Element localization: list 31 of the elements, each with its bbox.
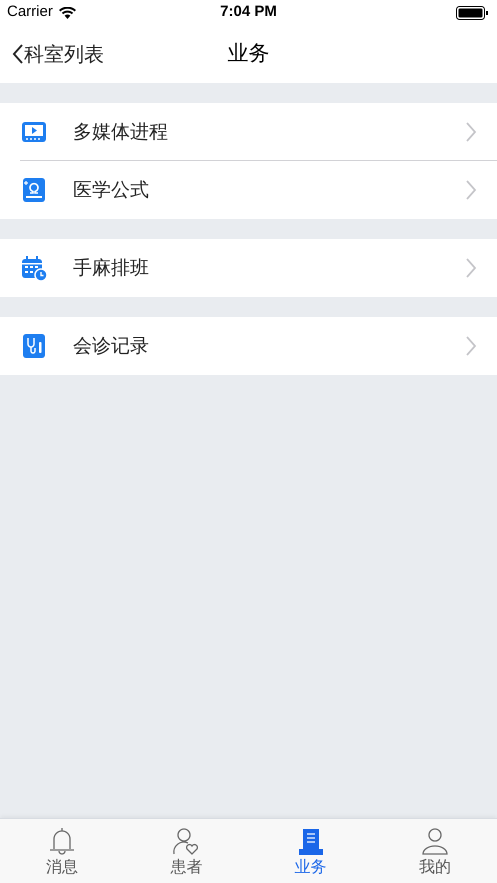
chevron-right-icon: [465, 335, 477, 357]
row-label: 多媒体进程: [73, 120, 168, 145]
tab-item[interactable]: 业务: [248, 819, 373, 883]
row-label: 医学公式: [73, 178, 149, 203]
wifi-icon: [58, 6, 76, 18]
tab-item[interactable]: 我的: [372, 819, 497, 883]
back-button[interactable]: 科室列表: [0, 39, 104, 69]
chevron-right-icon: [465, 179, 477, 201]
chevron-right-icon: [465, 257, 477, 279]
row-label: 手麻排班: [73, 256, 149, 281]
person-heart-icon: [172, 827, 200, 856]
clock-time: 7:04 PM: [220, 2, 277, 22]
calendar-clock-icon: [21, 255, 47, 281]
row-label: 会诊记录: [73, 334, 149, 359]
list-row[interactable]: 多媒体进程: [0, 103, 497, 161]
list-row[interactable]: 会诊记录: [0, 317, 497, 375]
tab-item[interactable]: 患者: [124, 819, 248, 883]
document-icon: [296, 827, 325, 856]
stethoscope-icon: [21, 333, 47, 359]
chevron-right-icon: [465, 121, 477, 143]
omega-book-icon: [21, 177, 47, 203]
list-row[interactable]: 医学公式: [0, 161, 497, 219]
chevron-left-icon: [12, 43, 24, 65]
battery-icon: [456, 6, 488, 20]
video-player-icon: [21, 119, 47, 145]
bell-icon: [48, 827, 76, 856]
carrier-name: Carrier: [7, 2, 53, 22]
page-title: 业务: [228, 40, 270, 68]
person-icon: [420, 827, 449, 856]
tab-item[interactable]: 消息: [0, 819, 124, 883]
list-row[interactable]: 手麻排班: [0, 239, 497, 297]
